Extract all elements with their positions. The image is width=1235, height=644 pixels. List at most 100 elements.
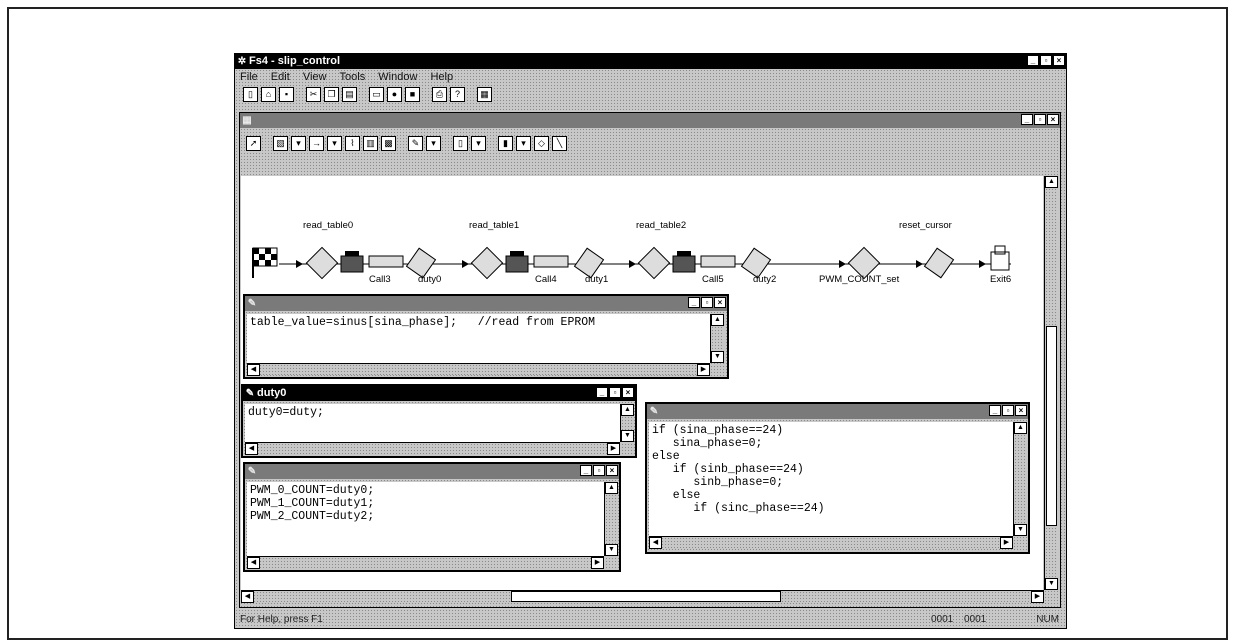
open-icon[interactable]: ⌂ <box>261 87 276 102</box>
reset-close-button[interactable]: × <box>1015 405 1027 416</box>
scroll-down-arrow-icon[interactable]: ▼ <box>1014 524 1027 536</box>
scroll-right-arrow-icon[interactable]: ▶ <box>607 443 620 455</box>
duty0-close-button[interactable]: × <box>622 387 634 398</box>
scroll-right-arrow-icon[interactable]: ▶ <box>697 364 710 376</box>
duty0-maximize-button[interactable]: ▫ <box>609 387 621 398</box>
canvas-hscrollbar[interactable]: ◀ ▶ <box>241 590 1044 603</box>
chart-tool-icon[interactable]: ▧ <box>273 136 288 151</box>
diagram-close-button[interactable]: × <box>1047 114 1059 125</box>
duty0-code[interactable]: duty0=duty; <box>245 404 620 442</box>
edit-tool-icon[interactable]: ✎ <box>408 136 423 151</box>
loop-tool-icon[interactable]: ◇ <box>534 136 549 151</box>
scroll-left-arrow-icon[interactable]: ◀ <box>247 364 260 376</box>
scroll-left-arrow-icon[interactable]: ◀ <box>247 557 260 569</box>
paste-icon[interactable]: ▤ <box>342 87 357 102</box>
dropdown-arrow-icon[interactable]: ▾ <box>516 136 531 151</box>
read-table-vscrollbar[interactable]: ▲ ▼ <box>710 314 724 363</box>
scroll-down-arrow-icon[interactable]: ▼ <box>605 544 618 556</box>
read-table-icon[interactable] <box>637 246 671 280</box>
window-icon[interactable]: ▭ <box>369 87 384 102</box>
scroll-left-arrow-icon[interactable]: ◀ <box>649 537 662 549</box>
scroll-left-arrow-icon[interactable]: ◀ <box>241 591 254 603</box>
vscroll-thumb[interactable] <box>1046 326 1057 526</box>
hscroll-thumb[interactable] <box>511 591 781 602</box>
diagram-minimize-button[interactable]: _ <box>1021 114 1033 125</box>
start-flag-icon[interactable] <box>252 247 278 278</box>
dropdown-arrow-icon[interactable]: ▾ <box>471 136 486 151</box>
menu-edit[interactable]: Edit <box>271 71 290 83</box>
read-table-maximize-button[interactable]: ▫ <box>701 297 713 308</box>
read-table-icon[interactable] <box>305 246 339 280</box>
pointer-tool-icon[interactable]: ➚ <box>246 136 261 151</box>
dropdown-arrow-icon[interactable]: ▾ <box>291 136 306 151</box>
scroll-down-arrow-icon[interactable]: ▼ <box>621 430 634 442</box>
pwm-close-button[interactable]: × <box>606 465 618 476</box>
maximize-button[interactable]: ▫ <box>1040 55 1052 66</box>
help-icon[interactable]: ? <box>450 87 465 102</box>
minimize-button[interactable]: _ <box>1027 55 1039 66</box>
scroll-up-arrow-icon[interactable]: ▲ <box>711 314 724 326</box>
duty0-minimize-button[interactable]: _ <box>596 387 608 398</box>
reset-cursor-title-bar[interactable]: ✎ _ ▫ × <box>647 404 1028 419</box>
duty0-title-bar[interactable]: ✎ duty0 _ ▫ × <box>243 386 635 401</box>
scroll-up-arrow-icon[interactable]: ▲ <box>621 404 634 416</box>
reset-cursor-icon[interactable] <box>923 247 955 279</box>
stop-icon[interactable]: ■ <box>405 87 420 102</box>
pwm-minimize-button[interactable]: _ <box>580 465 592 476</box>
exit-icon[interactable] <box>990 245 1010 271</box>
message-box-icon[interactable] <box>368 255 404 268</box>
message-box-icon[interactable] <box>533 255 569 268</box>
menu-file[interactable]: File <box>240 71 258 83</box>
canvas-vscrollbar[interactable]: ▲ ▼ <box>1044 176 1058 590</box>
scroll-up-arrow-icon[interactable]: ▲ <box>1014 422 1027 434</box>
pwm-count-title-bar[interactable]: ✎ _ ▫ × <box>245 464 619 479</box>
read-table-icon[interactable] <box>470 246 504 280</box>
menu-tools[interactable]: Tools <box>340 71 366 83</box>
read-table-hscrollbar[interactable]: ◀ ▶ <box>247 363 710 376</box>
scroll-right-arrow-icon[interactable]: ▶ <box>1000 537 1013 549</box>
scroll-down-arrow-icon[interactable]: ▼ <box>711 351 724 363</box>
close-button[interactable]: × <box>1053 55 1065 66</box>
line-tool-icon[interactable]: ╲ <box>552 136 567 151</box>
pwm-count-code[interactable]: PWM_0_COUNT=duty0; PWM_1_COUNT=duty1; PW… <box>247 482 604 556</box>
call-phone-icon[interactable] <box>505 251 529 273</box>
scroll-right-arrow-icon[interactable]: ▶ <box>1031 591 1044 603</box>
menu-view[interactable]: View <box>303 71 327 83</box>
reset-minimize-button[interactable]: _ <box>989 405 1001 416</box>
menu-window[interactable]: Window <box>378 71 417 83</box>
duty0-hscrollbar[interactable]: ◀ ▶ <box>245 442 620 455</box>
build-icon[interactable]: ● <box>387 87 402 102</box>
call-phone-icon[interactable] <box>672 251 696 273</box>
dropdown-arrow-icon[interactable]: ▾ <box>327 136 342 151</box>
io-tool-icon[interactable]: ▮ <box>498 136 513 151</box>
copy-icon[interactable]: ❐ <box>324 87 339 102</box>
print-icon[interactable]: ⎙ <box>432 87 447 102</box>
scroll-left-arrow-icon[interactable]: ◀ <box>245 443 258 455</box>
flow-arrow-icon[interactable]: → <box>309 136 324 151</box>
save-icon[interactable]: ▪ <box>279 87 294 102</box>
dropdown-arrow-icon[interactable]: ▾ <box>426 136 441 151</box>
reset-hscrollbar[interactable]: ◀ ▶ <box>649 536 1013 549</box>
pwm-hscrollbar[interactable]: ◀ ▶ <box>247 556 604 569</box>
cut-icon[interactable]: ✂ <box>306 87 321 102</box>
pwm-maximize-button[interactable]: ▫ <box>593 465 605 476</box>
grid-tool-icon[interactable]: ▩ <box>381 136 396 151</box>
read-table-title-bar[interactable]: ✎ _ ▫ × <box>245 296 727 311</box>
read-table-code[interactable]: table_value=sinus[sina_phase]; //read fr… <box>247 314 710 363</box>
scroll-right-arrow-icon[interactable]: ▶ <box>591 557 604 569</box>
menu-help[interactable]: Help <box>430 71 453 83</box>
reset-maximize-button[interactable]: ▫ <box>1002 405 1014 416</box>
scroll-down-arrow-icon[interactable]: ▼ <box>1045 578 1058 590</box>
new-icon[interactable]: ▯ <box>243 87 258 102</box>
read-table-close-button[interactable]: × <box>714 297 726 308</box>
link-tool-icon[interactable]: ⌇ <box>345 136 360 151</box>
app-title-bar[interactable]: ✲ Fs4 - slip_control _ ▫ × <box>235 54 1066 69</box>
reset-vscrollbar[interactable]: ▲ ▼ <box>1013 422 1027 536</box>
diagram-title-bar[interactable]: ▦ _ ▫ × <box>240 113 1060 128</box>
diagram-canvas[interactable]: read_table0 read_table1 read_table2 rese… <box>241 176 1043 590</box>
diagram-maximize-button[interactable]: ▫ <box>1034 114 1046 125</box>
layout-icon[interactable]: ▦ <box>477 87 492 102</box>
state-tool-icon[interactable]: ▯ <box>453 136 468 151</box>
scroll-up-arrow-icon[interactable]: ▲ <box>1045 176 1058 188</box>
reset-cursor-code[interactable]: if (sina_phase==24) sina_phase=0; else i… <box>649 422 1013 536</box>
